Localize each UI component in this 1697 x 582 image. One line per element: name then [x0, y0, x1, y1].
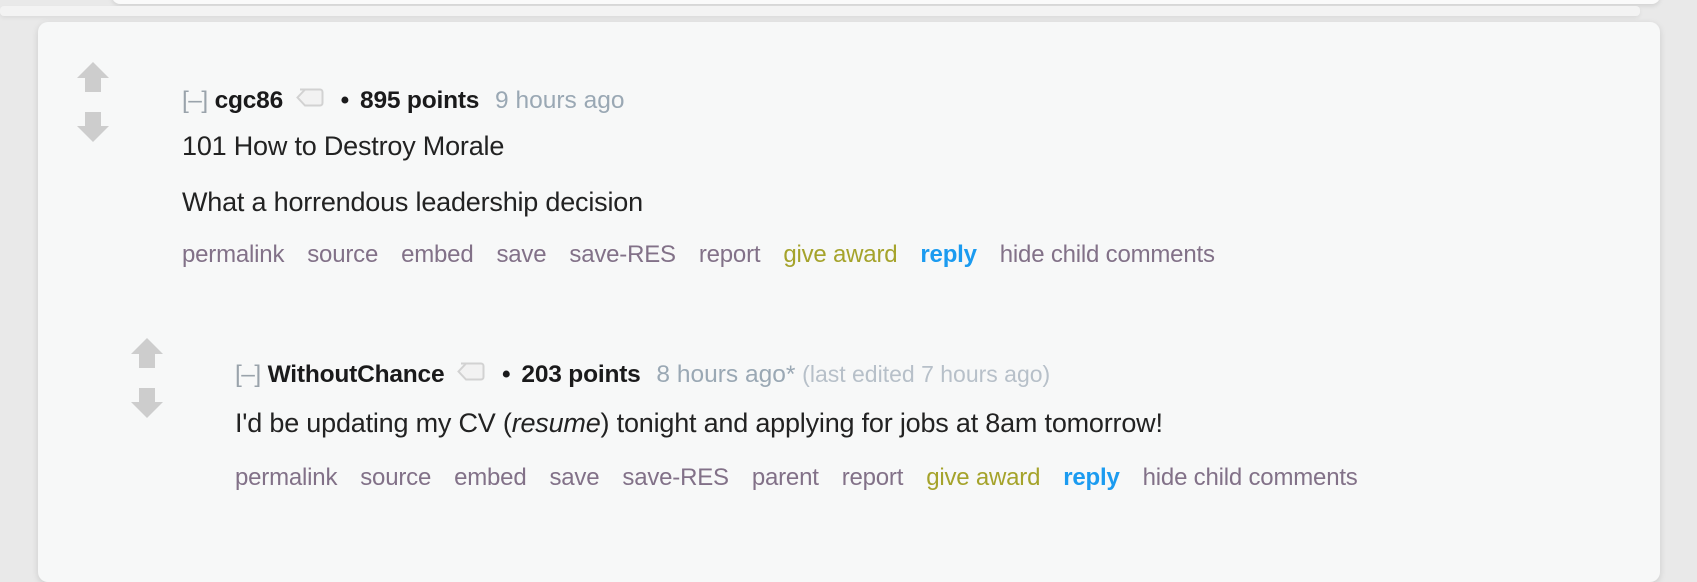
comment-actions: permalink source embed save save-RES parent re…	[235, 462, 1358, 494]
comment-score: 203 points	[521, 361, 641, 388]
tagline-separator: •	[502, 361, 511, 388]
action-parent[interactable]: parent	[752, 464, 819, 491]
action-permalink[interactable]: permalink	[235, 464, 337, 491]
comment-paragraph: What a horrendous leadership decision	[182, 186, 1622, 219]
action-embed[interactable]: embed	[454, 464, 527, 491]
action-give-award[interactable]: give award	[783, 241, 897, 268]
comment-score: 895 points	[360, 87, 480, 114]
comment-tagline: [–] cgc86 • 895 points 9 hours ago	[182, 87, 1622, 115]
action-hide-child-comments[interactable]: hide child comments	[1143, 464, 1358, 491]
action-save-res[interactable]: save-RES	[569, 241, 676, 268]
tag-icon[interactable]	[295, 88, 324, 107]
vote-controls	[124, 332, 170, 424]
comment-paragraph: 101 How to Destroy Morale	[182, 130, 1622, 163]
tag-icon[interactable]	[457, 362, 485, 381]
paragraph-text: 101 How to Destroy Morale	[182, 130, 505, 161]
action-permalink[interactable]: permalink	[182, 241, 284, 268]
collapse-toggle[interactable]: [–]	[182, 87, 208, 114]
paragraph-text: What a horrendous leadership decision	[182, 186, 643, 217]
paragraph-text-before: I'd be updating my CV (	[235, 407, 512, 438]
previous-card-edge	[112, 0, 1660, 4]
paragraph-text-italic: resume	[511, 407, 601, 438]
upvote-arrow-icon[interactable]	[126, 332, 168, 374]
comment-paragraph: I'd be updating my CV (resume) tonight a…	[235, 407, 1635, 440]
action-save[interactable]: save	[496, 241, 546, 268]
vote-controls	[70, 56, 116, 148]
comment-tagline: [–] WithoutChance • 203 points 8 hours a…	[235, 361, 1635, 389]
comment-content: [–] cgc86 • 895 points 9 hours ago 101 H…	[182, 87, 1622, 271]
comment-actions: permalink source embed save save-RES report gi…	[182, 239, 1362, 271]
upvote-arrow-icon[interactable]	[72, 56, 114, 98]
comment-timestamp: 8 hours ago*	[656, 361, 796, 388]
previous-card-edge-secondary	[0, 6, 1640, 16]
action-source[interactable]: source	[307, 241, 378, 268]
action-embed[interactable]: embed	[401, 241, 474, 268]
action-report[interactable]: report	[699, 241, 761, 268]
action-save-res[interactable]: save-RES	[622, 464, 729, 491]
comment-author[interactable]: WithoutChance	[268, 361, 445, 388]
action-give-award[interactable]: give award	[926, 464, 1040, 491]
action-save[interactable]: save	[549, 464, 599, 491]
comment-content: [–] WithoutChance • 203 points 8 hours a…	[235, 361, 1635, 494]
comment-edited-note: (last edited 7 hours ago)	[802, 361, 1051, 387]
action-reply[interactable]: reply	[1063, 464, 1120, 491]
paragraph-text-after: ) tonight and applying for jobs at 8am t…	[600, 407, 1163, 438]
action-hide-child-comments[interactable]: hide child comments	[1000, 241, 1215, 268]
downvote-arrow-icon[interactable]	[72, 106, 114, 148]
comment-thread-card: [–] cgc86 • 895 points 9 hours ago 101 H…	[38, 22, 1660, 582]
action-reply[interactable]: reply	[920, 241, 977, 268]
comment-timestamp: 9 hours ago	[495, 87, 625, 114]
downvote-arrow-icon[interactable]	[126, 382, 168, 424]
collapse-toggle[interactable]: [–]	[235, 361, 261, 388]
comment-author[interactable]: cgc86	[215, 87, 284, 114]
action-source[interactable]: source	[360, 464, 431, 491]
action-report[interactable]: report	[842, 464, 904, 491]
tagline-separator: •	[340, 87, 350, 114]
